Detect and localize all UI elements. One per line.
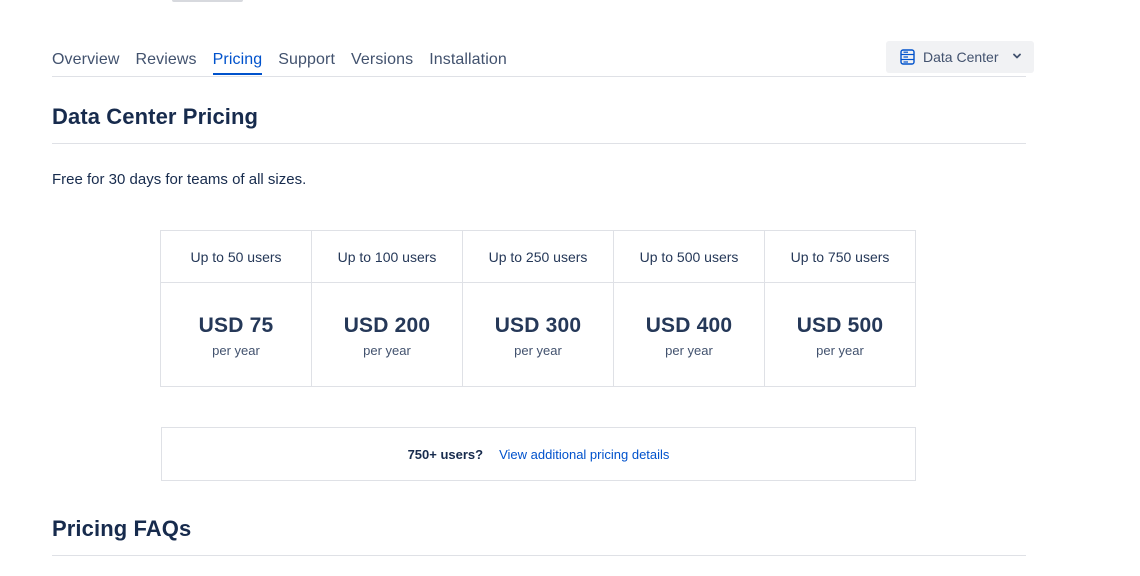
chevron-down-icon [1012, 51, 1022, 61]
trial-text: Free for 30 days for teams of all sizes. [52, 171, 307, 188]
tier-price: USD 75 [198, 314, 274, 337]
tier-body: USD 400 per year [614, 283, 764, 386]
tier-period: per year [816, 343, 864, 358]
page-title: Data Center Pricing [52, 104, 259, 129]
tab-list: Overview Reviews Pricing Support Version… [52, 46, 1026, 76]
tab-pricing[interactable]: Pricing [212, 46, 263, 75]
tier-price: USD 300 [494, 314, 582, 337]
tab-versions[interactable]: Versions [351, 46, 413, 75]
pricing-tier: Up to 100 users USD 200 per year [312, 231, 463, 386]
tier-users: Up to 100 users [312, 231, 462, 283]
additional-users-label: 750+ users? [407, 446, 484, 462]
tab-reviews[interactable]: Reviews [135, 46, 196, 75]
pricing-tier: Up to 750 users USD 500 per year [765, 231, 915, 386]
view-additional-pricing-link[interactable]: View additional pricing details [499, 447, 669, 462]
tier-body: USD 200 per year [312, 283, 462, 386]
hosting-select-label: Data Center [923, 49, 999, 65]
faq-title: Pricing FAQs [52, 516, 192, 541]
additional-pricing-box: 750+ users? View additional pricing deta… [161, 427, 916, 481]
tab-installation[interactable]: Installation [429, 46, 507, 75]
tier-price: USD 200 [343, 314, 431, 337]
tier-body: USD 300 per year [463, 283, 613, 386]
tier-price: USD 400 [645, 314, 733, 337]
tier-period: per year [514, 343, 562, 358]
tab-support[interactable]: Support [278, 46, 335, 75]
pricing-tier: Up to 250 users USD 300 per year [463, 231, 614, 386]
tier-body: USD 500 per year [765, 283, 915, 386]
pricing-table: Up to 50 users USD 75 per year Up to 100… [160, 230, 916, 387]
tab-overview[interactable]: Overview [52, 46, 119, 75]
divider [52, 143, 1026, 144]
tier-price: USD 500 [796, 314, 884, 337]
tier-users: Up to 500 users [614, 231, 764, 283]
tier-body: USD 75 per year [161, 283, 311, 386]
pricing-tier: Up to 500 users USD 400 per year [614, 231, 765, 386]
tab-bar: Overview Reviews Pricing Support Version… [52, 46, 1026, 77]
divider [52, 555, 1026, 556]
tier-period: per year [363, 343, 411, 358]
top-fragment [172, 0, 243, 2]
hosting-select[interactable]: Data Center [886, 41, 1034, 73]
tier-users: Up to 50 users [161, 231, 311, 283]
page: Overview Reviews Pricing Support Version… [0, 0, 1140, 576]
tier-users: Up to 250 users [463, 231, 613, 283]
tier-users: Up to 750 users [765, 231, 915, 283]
server-icon [900, 49, 915, 65]
tier-period: per year [212, 343, 260, 358]
tier-period: per year [665, 343, 713, 358]
pricing-tier: Up to 50 users USD 75 per year [161, 231, 312, 386]
